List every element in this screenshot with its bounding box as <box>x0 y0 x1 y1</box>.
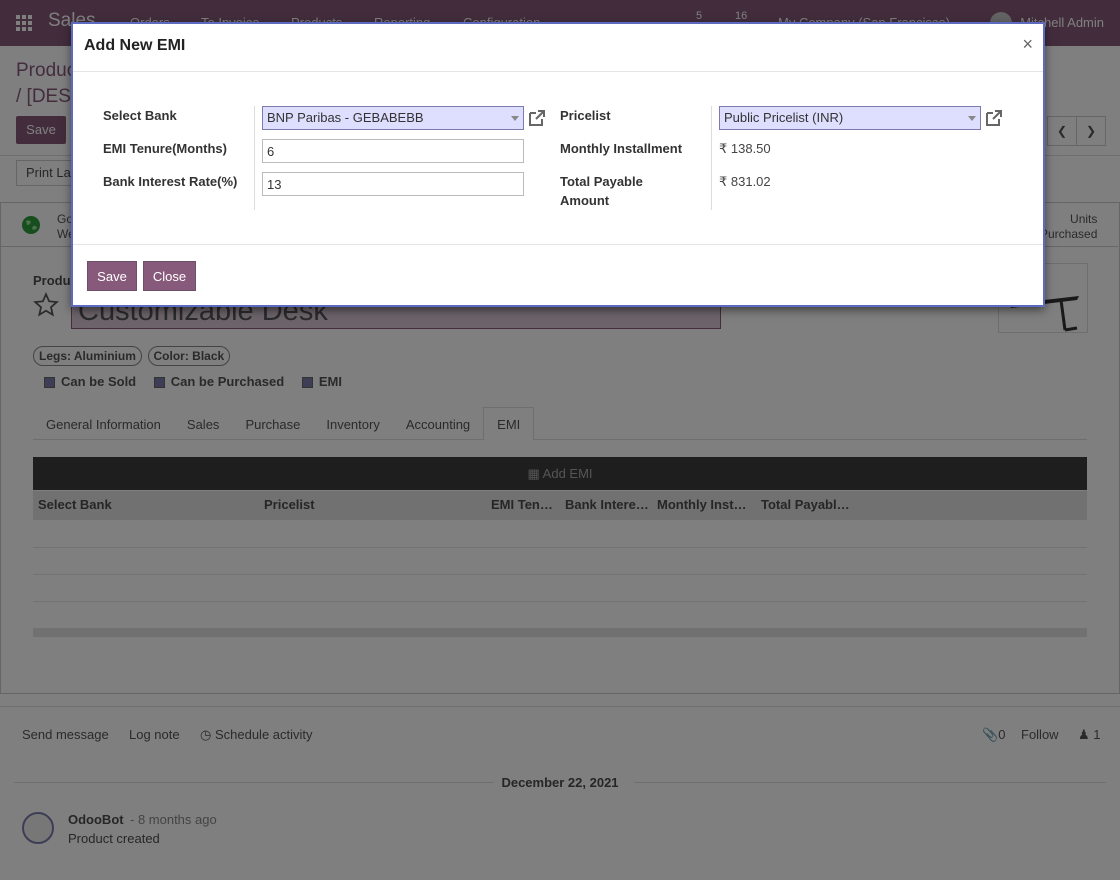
pricelist-label: Pricelist <box>560 108 611 123</box>
emi-tenure-label: EMI Tenure(Months) <box>103 141 227 156</box>
dialog-footer: Save Close <box>73 244 1043 306</box>
dialog-body: Select Bank EMI Tenure(Months) Bank Inte… <box>73 72 1043 244</box>
external-link-icon[interactable] <box>527 108 547 128</box>
monthly-installment-label: Monthly Installment <box>560 141 683 156</box>
total-payable-label: Total Payable Amount <box>560 172 643 210</box>
pricelist-value: Public Pricelist (INR) <box>724 110 844 125</box>
total-payable-label-line1: Total Payable <box>560 174 643 189</box>
dialog-title: Add New EMI <box>84 37 186 54</box>
pricelist-field[interactable]: Public Pricelist (INR) <box>719 106 981 130</box>
dropdown-arrow-icon[interactable] <box>965 108 979 128</box>
select-bank-field[interactable]: BNP Paribas - GEBABEBB <box>262 106 524 130</box>
bank-interest-input[interactable] <box>262 172 524 196</box>
column-divider <box>254 106 255 210</box>
add-emi-dialog: Add New EMI × Select Bank EMI Tenure(Mon… <box>71 22 1045 307</box>
close-icon[interactable]: × <box>1022 34 1033 55</box>
dropdown-arrow-icon[interactable] <box>508 108 522 128</box>
save-button[interactable]: Save <box>87 261 137 291</box>
bank-interest-label: Bank Interest Rate(%) <box>103 174 238 189</box>
monthly-installment-value: ₹ 138.50 <box>719 141 771 156</box>
dialog-header: Add New EMI × <box>73 24 1043 72</box>
total-payable-label-line2: Amount <box>560 193 610 208</box>
select-bank-value: BNP Paribas - GEBABEBB <box>267 110 424 125</box>
total-payable-value: ₹ 831.02 <box>719 174 771 189</box>
column-divider <box>711 106 712 210</box>
external-link-icon[interactable] <box>984 108 1004 128</box>
close-button[interactable]: Close <box>143 261 196 291</box>
select-bank-label: Select Bank <box>103 108 177 123</box>
emi-tenure-input[interactable] <box>262 139 524 163</box>
